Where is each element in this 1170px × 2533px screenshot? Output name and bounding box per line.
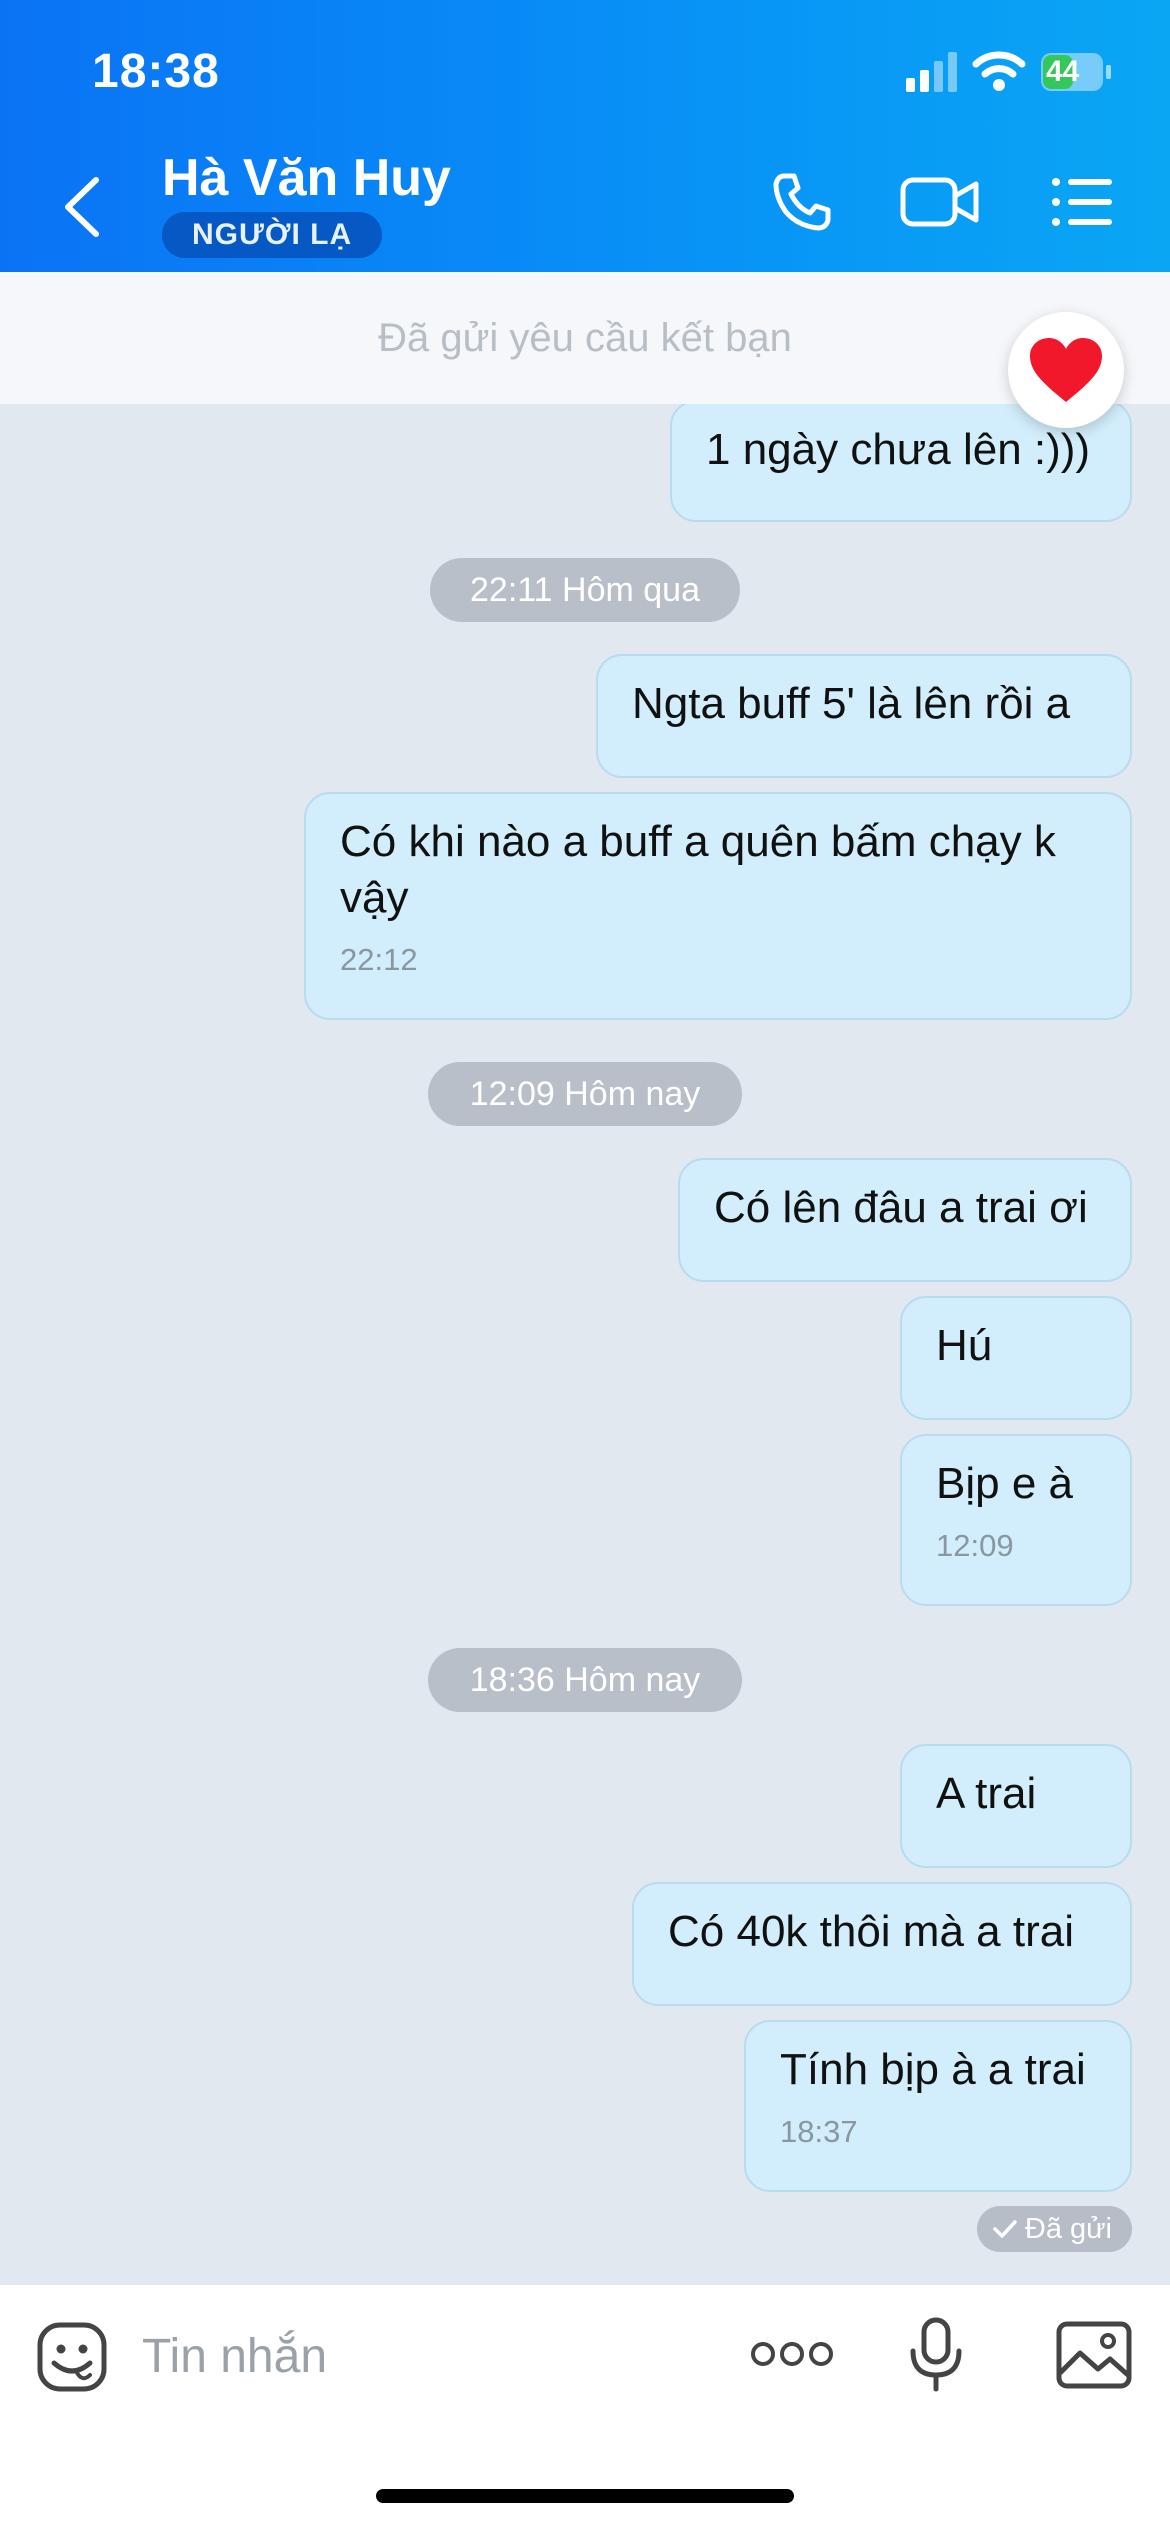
message-text: Tính bịp à a trai: [780, 2045, 1086, 2094]
friend-request-bar: Đã gửi yêu cầu kết bạn: [0, 272, 1170, 404]
check-icon: [993, 2220, 1017, 2238]
menu-icon[interactable]: [1050, 170, 1114, 234]
message-text: Có 40k thôi mà a trai: [668, 1907, 1074, 1956]
home-indicator: [376, 2489, 794, 2503]
message-bubble[interactable]: Có lên đâu a trai ơi: [678, 1158, 1132, 1282]
message-text: Hú: [936, 1321, 993, 1370]
message-text: Có lên đâu a trai ơi: [714, 1183, 1088, 1232]
image-gallery-icon[interactable]: [1056, 2321, 1132, 2389]
sticker-icon[interactable]: [36, 2321, 108, 2393]
wifi-icon: [972, 51, 1026, 91]
message-time: 22:12: [340, 942, 418, 977]
time-stamp: 12:09 Hôm nay: [428, 1062, 742, 1126]
message-time: 18:37: [780, 2114, 858, 2149]
battery-level: 44: [1046, 55, 1080, 88]
more-options-icon[interactable]: [750, 2339, 834, 2369]
microphone-icon[interactable]: [908, 2317, 964, 2393]
contact-name[interactable]: Hà Văn Huy: [162, 148, 451, 208]
message-bubble[interactable]: Có 40k thôi mà a trai: [632, 1882, 1132, 2006]
message-text: 1 ngày chưa lên :))): [706, 425, 1091, 474]
time-stamp: 18:36 Hôm nay: [428, 1648, 742, 1712]
message-bubble[interactable]: Có khi nào a buff a quên bấm chạy k vậy …: [304, 792, 1132, 1020]
message-input[interactable]: [140, 2315, 704, 2397]
video-icon[interactable]: [900, 170, 980, 234]
heart-icon: [1030, 338, 1102, 402]
message-bubble[interactable]: Bịp e à 12:09: [900, 1434, 1132, 1606]
chat-header: 18:38 44 Hà Văn Huy NGƯỜI LẠ: [0, 0, 1170, 272]
message-text: Bịp e à: [936, 1459, 1073, 1508]
composer-bar: [0, 2284, 1170, 2533]
battery-icon: 44: [1040, 52, 1112, 92]
message-text: A trai: [936, 1769, 1037, 1818]
message-bubble[interactable]: Ngta buff 5' là lên rồi a: [596, 654, 1132, 778]
sent-status-text: Đã gửi: [1024, 2213, 1112, 2245]
phone-icon[interactable]: [770, 170, 834, 234]
message-list[interactable]: 1 ngày chưa lên :))) 22:11 Hôm qua Ngta …: [0, 404, 1170, 2284]
status-time: 18:38: [92, 45, 220, 98]
stranger-badge: NGƯỜI LẠ: [162, 212, 383, 258]
message-text: Ngta buff 5' là lên rồi a: [632, 679, 1071, 728]
time-stamp: 22:11 Hôm qua: [430, 558, 740, 622]
sent-status-badge: Đã gửi: [976, 2206, 1132, 2252]
message-bubble[interactable]: A trai: [900, 1744, 1132, 1868]
heart-reaction-button[interactable]: [1008, 312, 1124, 428]
message-bubble[interactable]: Tính bịp à a trai 18:37: [744, 2020, 1132, 2192]
message-time: 12:09: [936, 1528, 1014, 1563]
message-bubble[interactable]: Hú: [900, 1296, 1132, 1420]
message-text: Có khi nào a buff a quên bấm chạy k vậy: [340, 817, 1056, 922]
back-icon[interactable]: [60, 174, 104, 240]
cellular-signal-icon: [906, 52, 957, 92]
